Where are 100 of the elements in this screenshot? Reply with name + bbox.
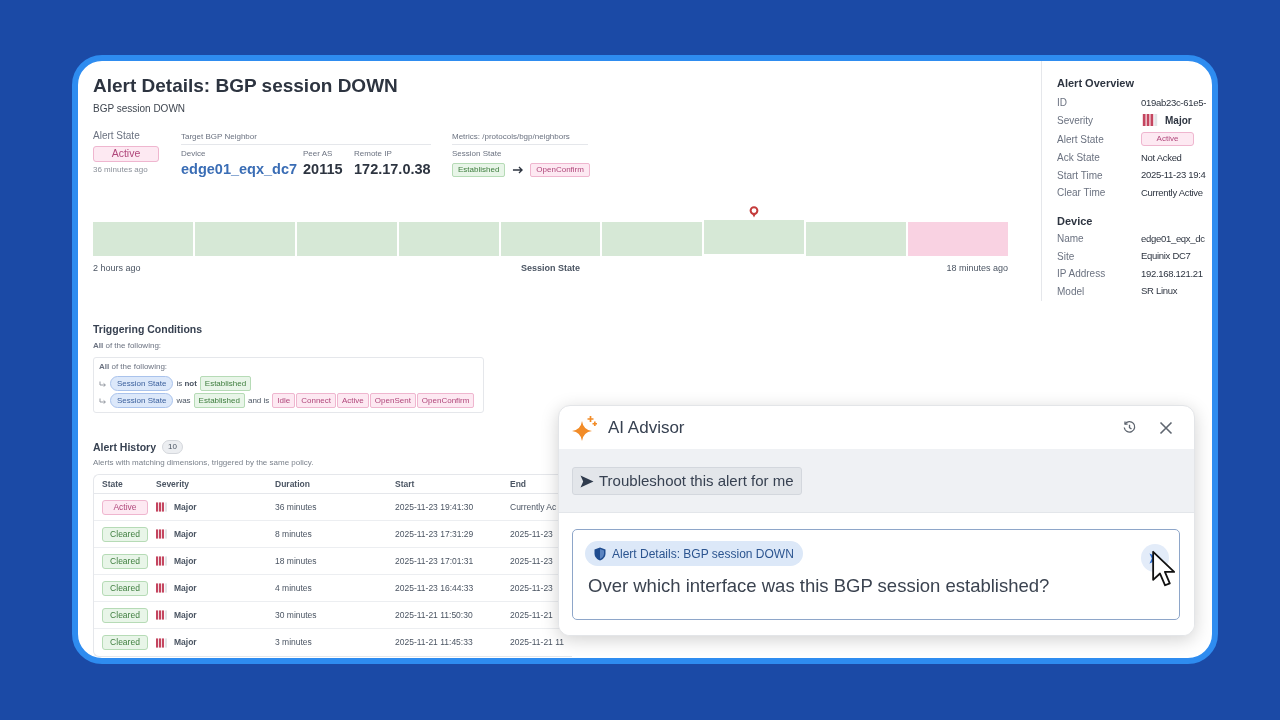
table-cell: 2025-11-23 xyxy=(510,554,553,568)
table-cell: 8 minutes xyxy=(275,527,312,541)
field-label: Alert State xyxy=(1057,132,1105,147)
severity-bars-icon xyxy=(1141,114,1159,127)
column-header: End xyxy=(510,477,527,491)
field-label: IP Address xyxy=(1057,267,1107,282)
field-label: Peer AS xyxy=(303,148,333,160)
device-link[interactable]: edge01_eqx_dc7 xyxy=(181,160,298,178)
field-value: edge01_eqx_dc xyxy=(1141,231,1205,246)
group-heading: Target BGP Neighbor xyxy=(181,131,257,143)
count-badge: 10 xyxy=(162,440,183,454)
page-subtitle: BGP session DOWN xyxy=(93,102,186,116)
condition-intro: All of the following: xyxy=(93,340,162,352)
table-cell: Major xyxy=(174,608,197,622)
status-badge: Active xyxy=(1141,132,1194,146)
table-cell: Major xyxy=(174,527,197,541)
field-value: 172.17.0.38 xyxy=(354,160,431,178)
field-pill: Session State xyxy=(110,393,174,408)
context-chip[interactable]: Alert Details: BGP session DOWN xyxy=(585,541,803,566)
field-value: SR Linux xyxy=(1141,284,1178,299)
severity-bars-icon xyxy=(156,637,167,648)
field-value: Not Acked xyxy=(1141,150,1182,165)
severity-bars-icon xyxy=(156,610,167,620)
status-badge: Cleared xyxy=(102,580,148,596)
hook-arrow-icon xyxy=(99,397,106,404)
field-label: Device xyxy=(181,148,206,160)
field-label: Model xyxy=(1057,284,1086,299)
sparkle-icon xyxy=(572,414,598,441)
field-label: Ack State xyxy=(1057,151,1101,166)
field-label: Severity xyxy=(1057,113,1095,128)
column-header: Start xyxy=(395,477,415,491)
group-heading: Metrics: /protocols/bgp/neighbors xyxy=(452,131,570,143)
status-badge: Active xyxy=(337,393,369,408)
field-label: Clear Time xyxy=(1057,186,1107,201)
field-value: Equinix DC7 xyxy=(1141,249,1191,264)
status-badge: Cleared xyxy=(102,526,148,542)
section-title: Alert History xyxy=(93,440,156,454)
section-title: Device xyxy=(1057,214,1093,228)
shield-icon xyxy=(594,546,606,561)
table-cell: 30 minutes xyxy=(275,608,317,622)
status-badge: Established xyxy=(193,393,245,408)
severity-bars-icon xyxy=(156,502,167,512)
history-icon[interactable] xyxy=(1122,420,1137,435)
table-cell: 2025-11-21 11:50:30 xyxy=(395,608,473,622)
send-icon xyxy=(580,474,594,488)
field-value: Major xyxy=(1165,113,1192,128)
table-cell: 2025-11-21 xyxy=(510,608,553,622)
message-text: Over which interface was this BGP session established? xyxy=(588,574,1050,598)
condition-text: was xyxy=(176,394,191,407)
panel-title: AI Advisor xyxy=(608,416,685,439)
table-cell: 2025-11-21 11 xyxy=(510,636,565,649)
status-badge: OpenConfirm xyxy=(416,393,475,408)
column-header: Duration xyxy=(275,477,310,491)
field-label: Alert State xyxy=(93,129,140,143)
table-cell: Major xyxy=(174,554,197,568)
table-cell: Major xyxy=(174,500,197,514)
axis-label: 18 minutes ago xyxy=(946,262,1008,274)
table-cell: 2025-11-23 19:41:30 xyxy=(395,500,474,514)
section-title: Triggering Conditions xyxy=(93,322,203,336)
suggestion-button[interactable]: Troubleshoot this alert for me xyxy=(572,467,802,495)
table-cell: 36 minutes xyxy=(275,500,317,514)
field-label: Session State xyxy=(452,148,502,160)
message-input-field[interactable]: Alert Details: BGP session DOWN Over which interface was this BGP session established? xyxy=(572,529,1180,620)
page-title: Alert Details: BGP session DOWN xyxy=(93,74,398,98)
table-cell: 2025-11-23 xyxy=(510,527,553,541)
status-badge: OpenConfirm xyxy=(530,163,590,177)
severity-bars-icon xyxy=(156,583,167,593)
location-pin-icon xyxy=(749,206,760,218)
field-label: Remote IP xyxy=(354,148,392,160)
field-value: 019ab23c-61e5- xyxy=(1141,95,1206,110)
field-label: Start Time xyxy=(1057,168,1104,183)
table-cell: 2025-11-23 16:44:33 xyxy=(395,581,474,595)
status-badge: Cleared xyxy=(102,553,148,569)
field-value: 2025-11-23 19:4 xyxy=(1141,168,1206,183)
table-cell: 2025-11-23 17:31:29 xyxy=(395,527,474,541)
field-pill: Session State xyxy=(110,376,174,391)
table-cell: Major xyxy=(174,636,197,649)
table-cell: 2025-11-23 17:01:31 xyxy=(395,554,474,568)
field-value: 20115 xyxy=(303,160,343,178)
status-badge: Cleared xyxy=(102,607,148,623)
field-label: Site xyxy=(1057,249,1076,264)
status-badge: Idle xyxy=(272,393,296,408)
table-cell: 2025-11-23 xyxy=(510,581,553,595)
hook-arrow-icon xyxy=(99,380,106,387)
status-badge: Active xyxy=(102,499,148,515)
table-cell: 3 minutes xyxy=(275,636,312,649)
column-header: Severity xyxy=(156,477,190,491)
status-badge: Active xyxy=(93,146,159,162)
field-label: Name xyxy=(1057,232,1085,247)
condition-text: is not xyxy=(176,377,197,390)
severity-bars-icon xyxy=(156,556,167,566)
table-cell: 4 minutes xyxy=(275,581,312,595)
status-badge: Established xyxy=(199,376,252,391)
status-badge: Connect xyxy=(296,393,337,408)
condition-text: and is xyxy=(247,394,270,407)
section-title: Alert Overview xyxy=(1057,76,1135,90)
section-subtitle: Alerts with matching dimensions, triggered by the same policy. xyxy=(93,457,314,469)
axis-label: 2 hours ago xyxy=(93,262,141,274)
close-icon[interactable] xyxy=(1159,420,1173,435)
field-label: ID xyxy=(1057,96,1068,111)
